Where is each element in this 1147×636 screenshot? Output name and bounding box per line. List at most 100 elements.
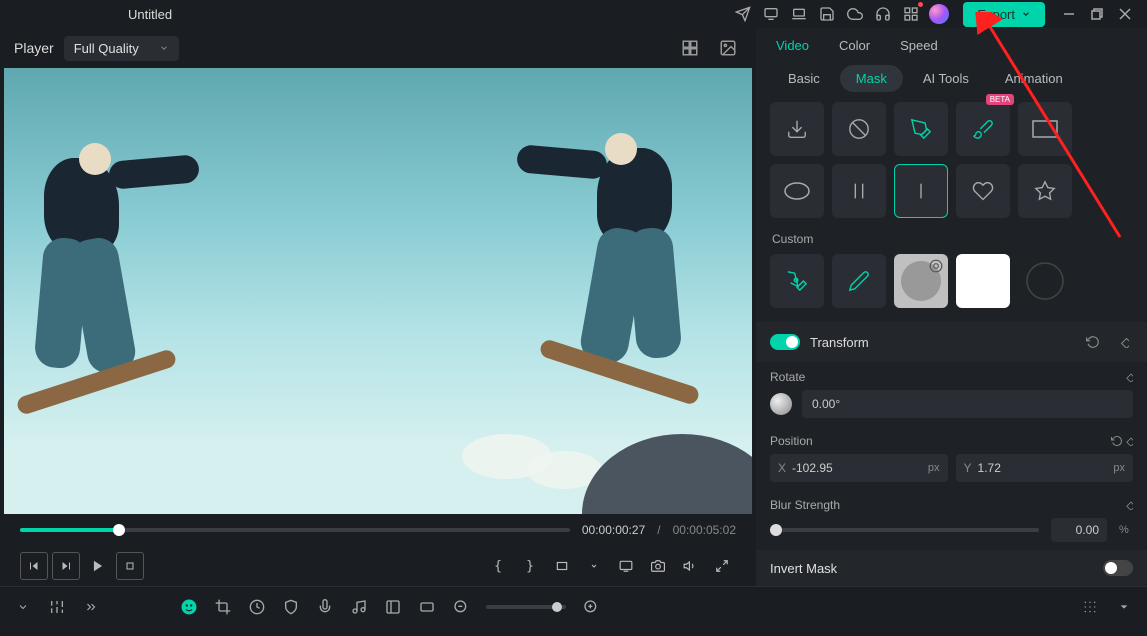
reset-icon[interactable] <box>1111 435 1123 447</box>
avatar[interactable] <box>925 0 953 28</box>
subtab-basic[interactable]: Basic <box>772 65 836 92</box>
zoom-in-button[interactable] <box>576 592 606 622</box>
chevron-down-icon <box>1021 9 1031 19</box>
aspect-button[interactable] <box>548 552 576 580</box>
stop-button[interactable] <box>116 552 144 580</box>
position-x-input[interactable] <box>786 454 928 482</box>
position-y-input[interactable] <box>972 454 1114 482</box>
send-icon[interactable] <box>729 0 757 28</box>
top-tabs: Video Color Speed <box>756 28 1147 63</box>
chevron-down-icon[interactable] <box>8 592 38 622</box>
mask-ellipse[interactable] <box>770 164 824 218</box>
time-total: 00:00:05:02 <box>673 523 736 537</box>
minimize-button[interactable] <box>1055 0 1083 28</box>
mask-shapes-grid: BETA <box>756 94 1147 226</box>
rotate-knob[interactable] <box>770 393 792 415</box>
tab-video[interactable]: Video <box>776 28 809 63</box>
transform-toggle[interactable] <box>770 334 800 350</box>
time-current: 00:00:00:27 <box>582 523 645 537</box>
scrubber-bar: 00:00:00:27 / 00:00:05:02 <box>0 514 756 546</box>
keyframe-icon[interactable] <box>1123 372 1133 382</box>
rotate-row: Rotate <box>756 362 1147 426</box>
next-frame-button[interactable] <box>52 552 80 580</box>
quality-dropdown[interactable]: Full Quality <box>64 36 179 61</box>
mask-none[interactable] <box>832 102 886 156</box>
blur-slider[interactable] <box>770 528 1039 532</box>
invert-mask-row: Invert Mask <box>756 550 1147 586</box>
properties-panel: Video Color Speed Basic Mask AI Tools An… <box>756 28 1147 586</box>
zoom-slider[interactable] <box>486 605 566 609</box>
screen-icon[interactable] <box>757 0 785 28</box>
tab-color[interactable]: Color <box>839 28 870 63</box>
fullscreen-button[interactable] <box>708 552 736 580</box>
custom-circle-gray[interactable] <box>894 254 948 308</box>
ai-assist-icon[interactable] <box>174 592 204 622</box>
grid-icon[interactable] <box>1075 592 1105 622</box>
frame-icon[interactable] <box>412 592 442 622</box>
scrub-handle[interactable] <box>113 524 125 536</box>
layers-icon[interactable] <box>378 592 408 622</box>
laptop-icon[interactable] <box>785 0 813 28</box>
tab-speed[interactable]: Speed <box>900 28 938 63</box>
mark-in-button[interactable]: { <box>484 552 512 580</box>
mask-pen[interactable] <box>894 102 948 156</box>
mask-rectangle[interactable] <box>1018 102 1072 156</box>
mask-brush[interactable]: BETA <box>956 102 1010 156</box>
custom-circle-white[interactable] <box>956 254 1010 308</box>
subtab-animation[interactable]: Animation <box>989 65 1079 92</box>
keyframe-icon[interactable] <box>1123 436 1133 446</box>
video-preview[interactable] <box>4 68 752 514</box>
image-view-icon[interactable] <box>714 34 742 62</box>
mask-import[interactable] <box>770 102 824 156</box>
apps-icon[interactable] <box>897 0 925 28</box>
prev-frame-button[interactable] <box>20 552 48 580</box>
close-button[interactable] <box>1111 0 1139 28</box>
invert-mask-toggle[interactable] <box>1103 560 1133 576</box>
snapshot-button[interactable] <box>644 552 672 580</box>
adjust-icon[interactable] <box>42 592 72 622</box>
mark-out-button[interactable]: } <box>516 552 544 580</box>
rotate-input[interactable] <box>802 390 1133 418</box>
mask-double-line[interactable] <box>832 164 886 218</box>
music-icon[interactable] <box>344 592 374 622</box>
zoom-out-button[interactable] <box>446 592 476 622</box>
speed-icon[interactable] <box>242 592 272 622</box>
blur-row: Blur Strength 0.00 % <box>756 490 1147 550</box>
mask-star[interactable] <box>1018 164 1072 218</box>
chevron-down-icon <box>159 43 169 53</box>
subtab-aitools[interactable]: AI Tools <box>907 65 985 92</box>
volume-button[interactable] <box>676 552 704 580</box>
position-row: Position X px Y px <box>756 426 1147 490</box>
custom-draw-2[interactable] <box>832 254 886 308</box>
shield-icon[interactable] <box>276 592 306 622</box>
chevron-down-icon[interactable] <box>580 552 608 580</box>
subtab-mask[interactable]: Mask <box>840 65 903 92</box>
player-bar: Player Full Quality <box>0 28 756 68</box>
blur-value[interactable]: 0.00 <box>1051 518 1107 542</box>
keyframe-icon[interactable] <box>1113 332 1133 352</box>
export-button[interactable]: Export <box>963 2 1045 27</box>
sub-tabs: Basic Mask AI Tools Animation <box>756 63 1147 94</box>
keyframe-icon[interactable] <box>1123 500 1133 510</box>
mask-single-line[interactable] <box>894 164 948 218</box>
player-controls: { } <box>0 546 756 586</box>
chevron-down-icon[interactable] <box>1109 592 1139 622</box>
mask-heart[interactable] <box>956 164 1010 218</box>
transform-label: Transform <box>810 335 869 350</box>
scrub-track[interactable] <box>20 528 570 532</box>
custom-circle-outline[interactable] <box>1018 254 1072 308</box>
more-icon[interactable] <box>76 592 106 622</box>
reset-icon[interactable] <box>1083 332 1103 352</box>
cloud-icon[interactable] <box>841 0 869 28</box>
display-button[interactable] <box>612 552 640 580</box>
player-label: Player <box>14 40 54 56</box>
custom-draw-1[interactable] <box>770 254 824 308</box>
transform-section: Transform <box>756 322 1147 362</box>
play-button[interactable] <box>84 552 112 580</box>
mic-icon[interactable] <box>310 592 340 622</box>
save-icon[interactable] <box>813 0 841 28</box>
crop-icon[interactable] <box>208 592 238 622</box>
headphones-icon[interactable] <box>869 0 897 28</box>
maximize-button[interactable] <box>1083 0 1111 28</box>
grid-view-icon[interactable] <box>676 34 704 62</box>
